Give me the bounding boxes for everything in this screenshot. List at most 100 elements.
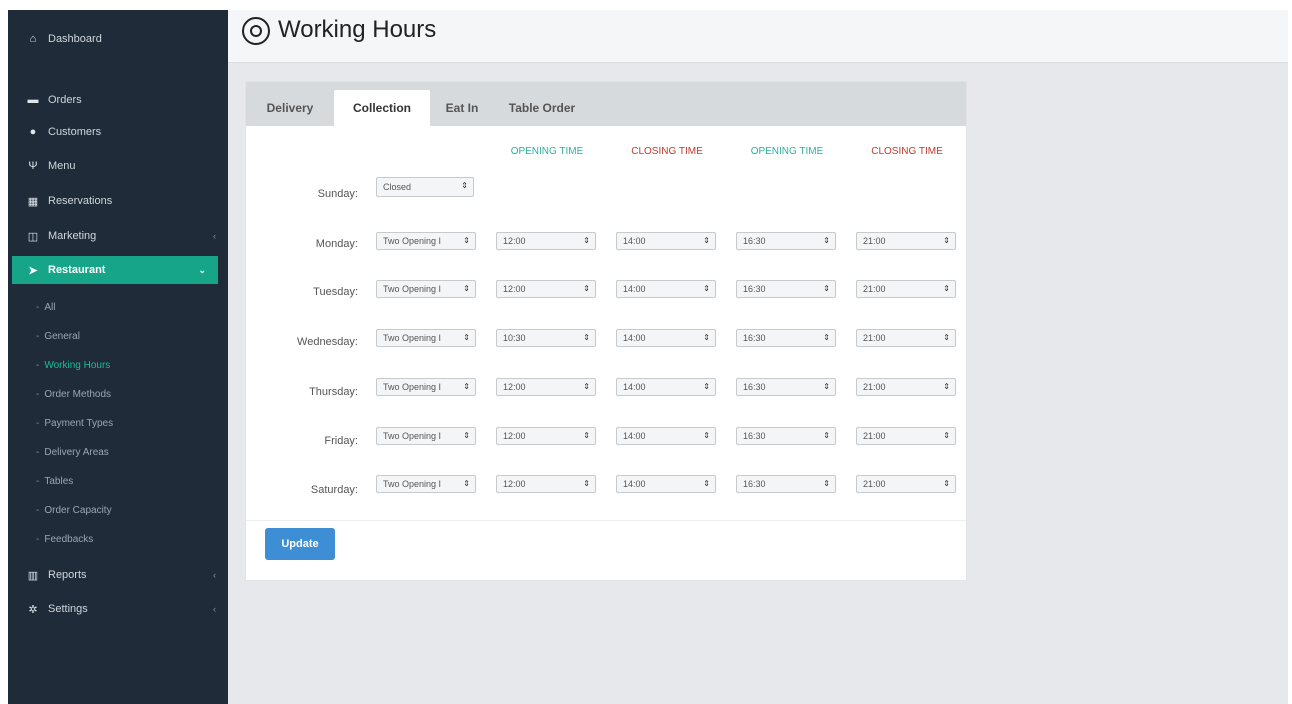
select-caret-icon: ⇕ (943, 333, 950, 342)
sidebar-item-dashboard[interactable]: ⌂ Dashboard (8, 25, 228, 53)
time-select-saturday-open-2[interactable]: 16:30 ⇕ (736, 475, 836, 493)
time-select-thursday-open-2[interactable]: 16:30 ⇕ (736, 378, 836, 396)
time-select-tuesday-open-1[interactable]: 12:00 ⇕ (496, 280, 596, 298)
time-select-friday-open-1[interactable]: 12:00 ⇕ (496, 427, 596, 445)
sidebar-item-restaurant[interactable]: ➤ Restaurant ⌄ (12, 256, 218, 284)
time-select-monday-open-1[interactable]: 12:00 ⇕ (496, 232, 596, 250)
sidebar: ⌂ Dashboard ▬ Orders ● Customers Ψ Menu … (8, 10, 228, 704)
select-caret-icon: ⇕ (823, 284, 830, 293)
time-select-monday-open-2[interactable]: 16:30 ⇕ (736, 232, 836, 250)
select-caret-icon: ⇕ (703, 479, 710, 488)
select-caret-icon: ⇕ (463, 479, 470, 488)
gear-icon: ✲ (28, 603, 38, 616)
app-frame: ⌂ Dashboard ▬ Orders ● Customers Ψ Menu … (8, 10, 1288, 704)
select-caret-icon: ⇕ (461, 181, 468, 190)
day-label-friday: Friday: (324, 435, 358, 447)
time-select-wednesday-open-2[interactable]: 16:30 ⇕ (736, 329, 836, 347)
column-header-opening-time: OPENING TIME (510, 146, 584, 157)
time-select-saturday-close-1[interactable]: 14:00 ⇕ (616, 475, 716, 493)
tab-eat-in[interactable]: Eat In (430, 90, 494, 126)
time-select-friday-close-2[interactable]: 21:00 ⇕ (856, 427, 956, 445)
sidebar-subitem-general[interactable]: - General (36, 326, 80, 346)
time-select-saturday-close-2[interactable]: 21:00 ⇕ (856, 475, 956, 493)
sidebar-subitem-feedbacks[interactable]: - Feedbacks (36, 529, 93, 549)
mode-select-wednesday[interactable]: Two Opening I ⇕ (376, 329, 476, 347)
chevron-right-icon: ‹ (213, 604, 216, 614)
sidebar-item-reports[interactable]: ▥ Reports ‹ (8, 561, 228, 589)
select-caret-icon: ⇕ (583, 431, 590, 440)
mode-select-monday[interactable]: Two Opening I ⇕ (376, 232, 476, 250)
mode-select-friday[interactable]: Two Opening I ⇕ (376, 427, 476, 445)
sidebar-subitem-tables[interactable]: - Tables (36, 471, 73, 491)
sidebar-item-label: Marketing (48, 230, 97, 242)
marketing-icon: ◫ (27, 230, 39, 243)
sidebar-item-customers[interactable]: ● Customers (8, 118, 228, 146)
location-arrow-icon: ➤ (28, 264, 38, 277)
day-label-sunday: Sunday: (317, 188, 358, 200)
time-select-wednesday-open-1[interactable]: 10:30 ⇕ (496, 329, 596, 347)
time-select-tuesday-close-2[interactable]: 21:00 ⇕ (856, 280, 956, 298)
select-caret-icon: ⇕ (823, 382, 830, 391)
clock-icon (242, 17, 270, 45)
form-divider (246, 520, 966, 521)
cutlery-icon: Ψ (28, 160, 38, 172)
select-caret-icon: ⇕ (943, 284, 950, 293)
column-header-closing-time: CLOSING TIME (871, 146, 943, 157)
time-select-saturday-open-1[interactable]: 12:00 ⇕ (496, 475, 596, 493)
chevron-down-icon: ⌄ (198, 264, 206, 275)
select-caret-icon: ⇕ (463, 333, 470, 342)
sidebar-subitem-all[interactable]: - All (36, 297, 55, 317)
sidebar-subitem-order-capacity[interactable]: - Order Capacity (36, 500, 112, 520)
sidebar-subitem-order-methods[interactable]: - Order Methods (36, 384, 111, 404)
sidebar-item-settings[interactable]: ✲ Settings ‹ (8, 595, 228, 623)
working-hours-panel: Delivery Collection Eat In Table Order O… (246, 82, 966, 580)
dashboard-icon: ⌂ (29, 33, 37, 45)
time-select-thursday-open-1[interactable]: 12:00 ⇕ (496, 378, 596, 396)
mode-select-thursday[interactable]: Two Opening I ⇕ (376, 378, 476, 396)
time-select-wednesday-close-1[interactable]: 14:00 ⇕ (616, 329, 716, 347)
column-header-closing-time: CLOSING TIME (631, 146, 703, 157)
sidebar-item-label: Settings (48, 603, 88, 615)
sidebar-item-reservations[interactable]: ▦ Reservations (8, 187, 228, 215)
select-caret-icon: ⇕ (703, 333, 710, 342)
tab-bar: Delivery Collection Eat In Table Order (246, 82, 966, 126)
sidebar-item-marketing[interactable]: ◫ Marketing ‹ (8, 222, 228, 250)
tab-delivery[interactable]: Delivery (246, 90, 334, 126)
mode-select-saturday[interactable]: Two Opening I ⇕ (376, 475, 476, 493)
time-select-tuesday-close-1[interactable]: 14:00 ⇕ (616, 280, 716, 298)
sidebar-subitem-working-hours[interactable]: - Working Hours (36, 355, 110, 375)
sidebar-item-menu[interactable]: Ψ Menu (8, 152, 228, 180)
select-caret-icon: ⇕ (943, 382, 950, 391)
time-select-monday-close-1[interactable]: 14:00 ⇕ (616, 232, 716, 250)
sidebar-item-orders[interactable]: ▬ Orders (8, 86, 228, 114)
sidebar-subitem-delivery-areas[interactable]: - Delivery Areas (36, 442, 109, 462)
time-select-thursday-close-1[interactable]: 14:00 ⇕ (616, 378, 716, 396)
chevron-right-icon: ‹ (213, 570, 216, 580)
select-caret-icon: ⇕ (583, 479, 590, 488)
select-caret-icon: ⇕ (463, 431, 470, 440)
sidebar-item-label: Menu (48, 160, 76, 172)
sidebar-item-label: Restaurant (48, 264, 106, 276)
select-caret-icon: ⇕ (703, 236, 710, 245)
time-select-tuesday-open-2[interactable]: 16:30 ⇕ (736, 280, 836, 298)
tab-table-order[interactable]: Table Order (494, 90, 590, 126)
time-select-thursday-close-2[interactable]: 21:00 ⇕ (856, 378, 956, 396)
mode-select-sunday[interactable]: Closed ⇕ (376, 177, 474, 197)
time-select-wednesday-close-2[interactable]: 21:00 ⇕ (856, 329, 956, 347)
select-caret-icon: ⇕ (583, 382, 590, 391)
time-select-monday-close-2[interactable]: 21:00 ⇕ (856, 232, 956, 250)
select-caret-icon: ⇕ (823, 479, 830, 488)
mode-select-tuesday[interactable]: Two Opening I ⇕ (376, 280, 476, 298)
update-button[interactable]: Update (265, 528, 335, 560)
time-select-friday-open-2[interactable]: 16:30 ⇕ (736, 427, 836, 445)
select-caret-icon: ⇕ (943, 479, 950, 488)
page-header: Working Hours (228, 10, 1288, 63)
tab-collection[interactable]: Collection (334, 90, 430, 126)
sidebar-subitem-payment-types[interactable]: - Payment Types (36, 413, 113, 433)
sidebar-item-label: Reports (48, 569, 87, 581)
bar-chart-icon: ▥ (27, 569, 39, 582)
time-select-friday-close-1[interactable]: 14:00 ⇕ (616, 427, 716, 445)
calendar-icon: ▦ (27, 195, 39, 208)
sidebar-item-label: Customers (48, 126, 102, 138)
sidebar-item-label: Reservations (48, 195, 113, 207)
